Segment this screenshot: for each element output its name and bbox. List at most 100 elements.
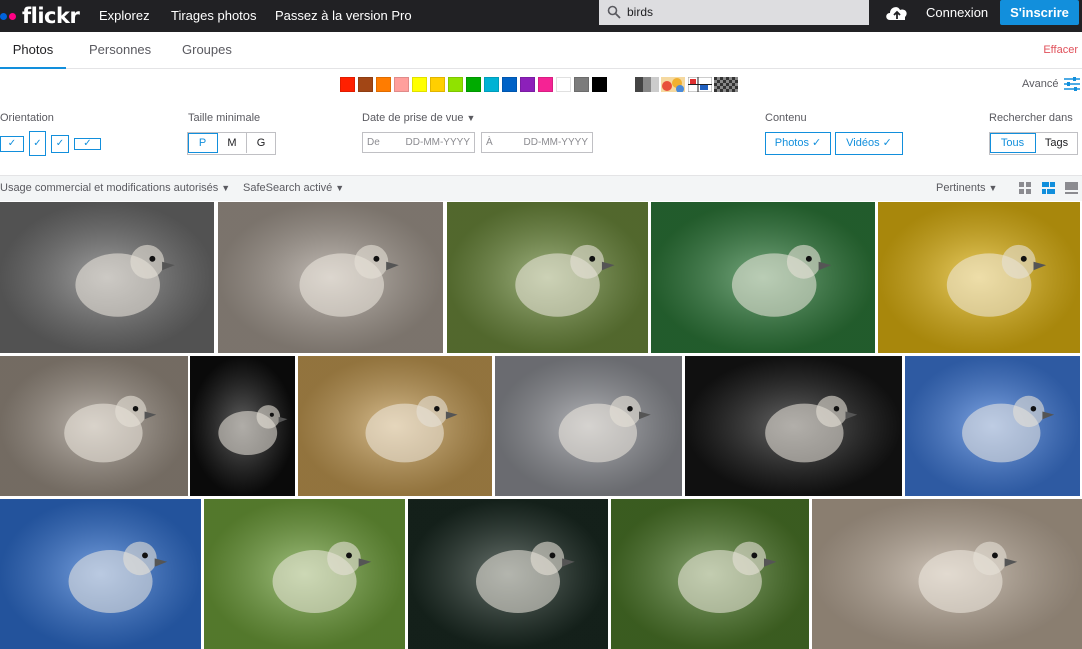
photo-thumbnail[interactable] [0, 202, 214, 353]
photo-thumbnail[interactable] [298, 356, 492, 496]
top-bar: flickr Explorez Tirages photos Passez à … [0, 0, 1082, 32]
photo-thumbnail[interactable] [878, 202, 1080, 353]
bird-icon [611, 499, 809, 649]
search-in-all-option[interactable]: Tous [990, 133, 1036, 153]
date-taken-label[interactable]: Date de prise de vue ▼ [362, 112, 475, 124]
grid-view-icon[interactable] [1019, 182, 1032, 194]
date-to-placeholder: DD-MM-YYYY [523, 137, 588, 148]
upload-cloud-icon[interactable] [884, 3, 910, 23]
nav-tirages-photos[interactable]: Tirages photos [171, 0, 257, 32]
sort-label: Pertinents [936, 182, 986, 194]
date-from-placeholder: DD-MM-YYYY [405, 137, 470, 148]
search-box[interactable] [599, 0, 869, 25]
orientation-landscape[interactable]: ✓ [0, 136, 24, 152]
color-swatch[interactable] [466, 77, 481, 92]
clear-filters-link[interactable]: Effacer [1043, 32, 1078, 69]
login-link[interactable]: Connexion [926, 0, 988, 25]
photo-thumbnail[interactable] [812, 499, 1082, 649]
check-icon: ✓ [7, 138, 17, 149]
results-toolbar: Usage commercial et modifications autori… [0, 175, 1082, 201]
photo-thumbnail[interactable] [190, 356, 295, 496]
bird-icon [218, 202, 443, 353]
nav-go-pro[interactable]: Passez à la version Pro [275, 0, 412, 32]
search-type-tabs: Photos Personnes Groupes Effacer [0, 32, 1082, 69]
color-swatch[interactable] [574, 77, 589, 92]
photo-thumbnail[interactable] [218, 202, 443, 353]
color-swatch[interactable] [376, 77, 391, 92]
color-swatch[interactable] [430, 77, 445, 92]
license-filter-label: Usage commercial et modifications autori… [0, 182, 219, 194]
color-swatch[interactable] [412, 77, 427, 92]
search-input[interactable] [627, 0, 857, 25]
bird-icon [651, 202, 875, 353]
photo-thumbnail[interactable] [905, 356, 1080, 496]
color-swatch[interactable] [592, 77, 607, 92]
bird-icon [408, 499, 608, 649]
photo-thumbnail[interactable] [447, 202, 648, 353]
color-swatch[interactable] [358, 77, 373, 92]
tab-people[interactable]: Personnes [89, 32, 151, 69]
photo-thumbnail[interactable] [408, 499, 608, 649]
signup-button[interactable]: S'inscrire [1000, 0, 1079, 25]
advanced-toggle-label[interactable]: Avancé [1022, 78, 1059, 90]
photo-thumbnail[interactable] [495, 356, 682, 496]
color-swatch[interactable] [448, 77, 463, 92]
color-swatch[interactable] [520, 77, 535, 92]
size-large-option[interactable]: G [247, 133, 275, 153]
size-small-option[interactable]: P [188, 133, 218, 153]
color-swatch[interactable] [484, 77, 499, 92]
search-in-label: Rechercher dans [989, 112, 1073, 124]
sort-dropdown[interactable]: Pertinents ▼ [936, 176, 997, 200]
photo-thumbnail[interactable] [0, 499, 201, 649]
color-swatch[interactable] [556, 77, 571, 92]
bird-icon [495, 356, 682, 496]
orientation-panorama[interactable]: ✓ [74, 138, 101, 150]
safesearch-label: SafeSearch activé [243, 182, 333, 194]
grayscale-icon[interactable] [635, 77, 659, 92]
bird-icon [812, 499, 1082, 649]
search-icon[interactable] [607, 5, 621, 19]
flickr-logo[interactable]: flickr [0, 3, 80, 29]
safesearch-filter[interactable]: SafeSearch activé ▼ [243, 176, 344, 200]
date-to-field[interactable]: À DD-MM-YYYY [481, 132, 593, 153]
colorful-icon[interactable] [661, 77, 685, 92]
bird-icon [298, 356, 492, 496]
content-photos-toggle[interactable]: Photos ✓ [765, 132, 831, 155]
color-swatch[interactable] [340, 77, 355, 92]
date-taken-text: Date de prise de vue [362, 112, 464, 124]
bird-icon [190, 356, 295, 496]
color-swatch[interactable] [394, 77, 409, 92]
check-icon: ✓ [882, 137, 892, 149]
tab-photos[interactable]: Photos [0, 32, 66, 69]
color-swatch[interactable] [538, 77, 553, 92]
checker-icon[interactable] [714, 77, 738, 92]
content-videos-toggle[interactable]: Vidéos ✓ [835, 132, 903, 155]
bird-icon [0, 499, 201, 649]
sliders-icon[interactable] [1064, 77, 1080, 91]
orientation-square[interactable]: ✓ [51, 135, 69, 153]
bird-icon [878, 202, 1080, 353]
detail-view-icon[interactable] [1065, 182, 1078, 194]
tab-groups[interactable]: Groupes [182, 32, 232, 69]
photo-thumbnail[interactable] [204, 499, 405, 649]
license-filter[interactable]: Usage commercial et modifications autori… [0, 176, 230, 200]
photo-thumbnail[interactable] [651, 202, 875, 353]
photo-thumbnail[interactable] [0, 356, 188, 496]
justified-view-icon[interactable] [1042, 182, 1055, 194]
pattern-icon[interactable] [688, 77, 712, 92]
chevron-down-icon: ▼ [466, 113, 476, 123]
content-videos-label: Vidéos [846, 137, 880, 149]
nav-explorez[interactable]: Explorez [99, 0, 150, 32]
photo-thumbnail[interactable] [611, 499, 809, 649]
orientation-portrait[interactable]: ✓ [29, 131, 46, 156]
logo-pink-dot [9, 12, 16, 20]
color-swatch[interactable] [502, 77, 517, 92]
size-medium-option[interactable]: M [218, 133, 247, 153]
min-size-selector: P M G [187, 132, 276, 155]
orientation-label: Orientation [0, 112, 54, 124]
search-in-selector: Tous Tags [989, 132, 1078, 155]
photo-thumbnail[interactable] [685, 356, 902, 496]
date-from-field[interactable]: De DD-MM-YYYY [362, 132, 475, 153]
search-in-tags-option[interactable]: Tags [1036, 133, 1077, 153]
logo-blue-dot [0, 12, 7, 20]
